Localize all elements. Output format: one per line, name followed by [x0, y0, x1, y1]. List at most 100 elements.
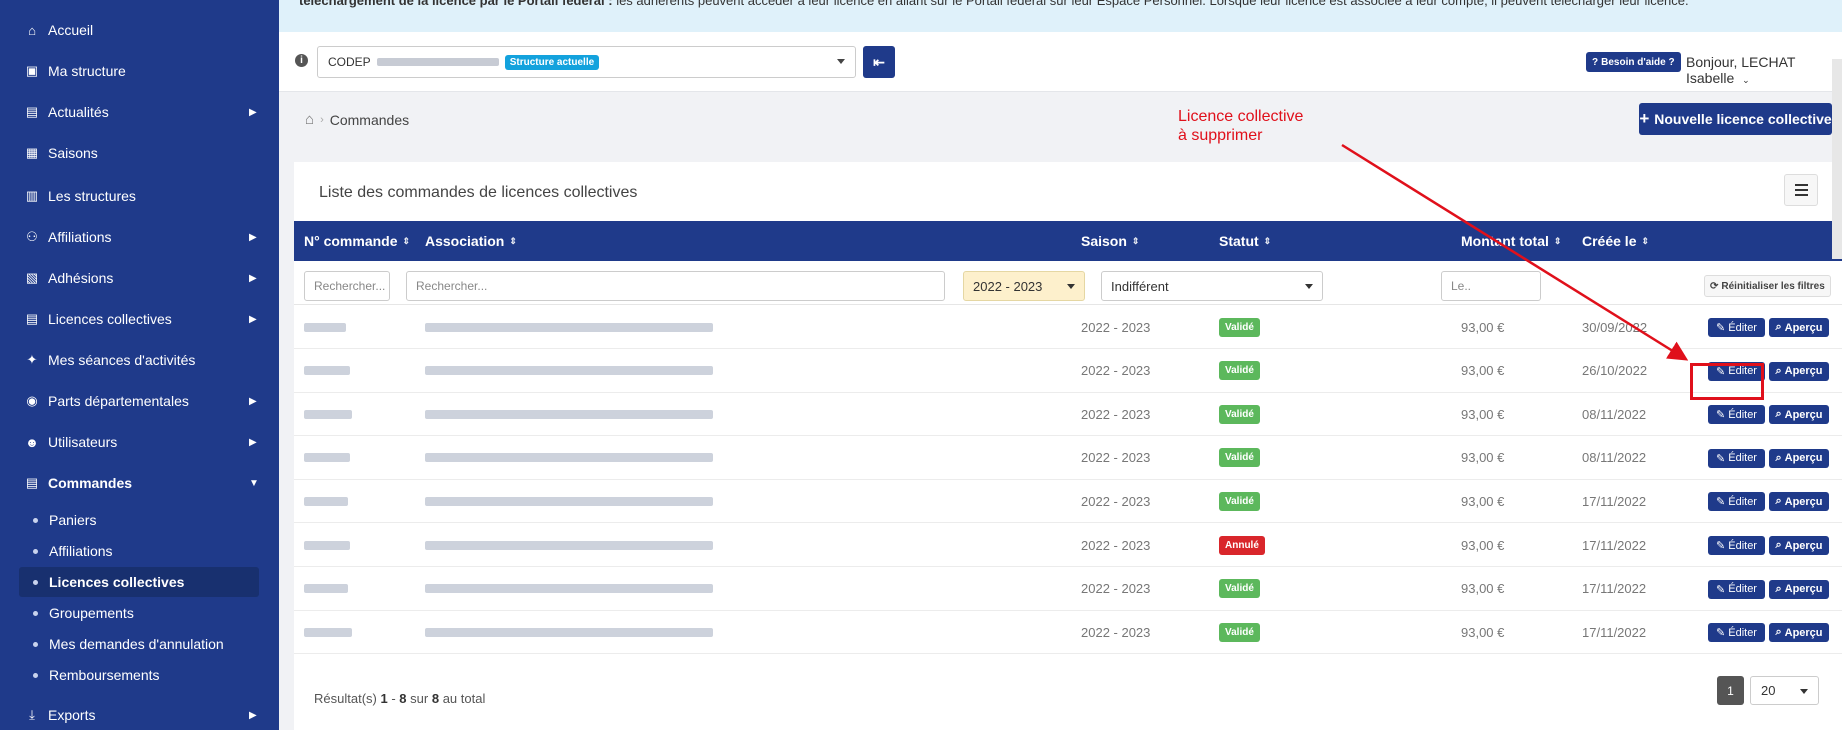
edit-button[interactable]: ✎ Éditer [1708, 318, 1765, 337]
status-filter-select[interactable]: Indifférent [1101, 271, 1323, 301]
column-header-0[interactable]: N° commande ⇕ [304, 221, 410, 261]
sidebar-subitem-4[interactable]: Mes demandes d'annulation [19, 629, 259, 659]
sidebar-item-10[interactable]: ☻ Utilisateurs ▶ [0, 427, 279, 457]
chevron-down-icon: ⌄ [1742, 75, 1750, 85]
preview-button[interactable]: ⌕ Aperçu [1769, 536, 1829, 555]
sidebar-item-2[interactable]: ▤ Actualités ▶ [0, 97, 279, 127]
status-cell: Validé [1219, 479, 1260, 523]
page-1-button[interactable]: 1 [1717, 676, 1744, 705]
edit-button[interactable]: ✎ Éditer [1708, 405, 1765, 425]
search-icon: ⌕ [1775, 364, 1782, 377]
sidebar-item-0[interactable]: ⌂ Accueil [0, 15, 279, 45]
sidebar-subitem-3[interactable]: Groupements [19, 598, 259, 628]
status-badge: Validé [1219, 404, 1260, 424]
result-sur: sur [410, 691, 429, 706]
blurred-association-name [425, 540, 713, 550]
building-icon: ▥ [25, 188, 39, 203]
order-number-cell [304, 479, 348, 523]
structure-select[interactable]: CODEP Structure actuelle [317, 46, 856, 78]
season-cell: 2022 - 2023 [1081, 392, 1150, 436]
column-header-2[interactable]: Saison ⇕ [1081, 221, 1139, 261]
bullet-icon [33, 642, 38, 647]
page-size-select[interactable]: 20 [1750, 676, 1819, 705]
created-cell: 17/11/2022 [1582, 567, 1646, 611]
preview-button[interactable]: ⌕ Aperçu [1769, 579, 1829, 599]
coins-icon: ◉ [26, 393, 38, 408]
edit-label: Éditer [1728, 583, 1757, 596]
sidebar-item-11[interactable]: ▤ Commandes ▼ [0, 468, 279, 498]
preview-label: Aperçu [1784, 321, 1823, 334]
association-search-input[interactable]: Rechercher... [406, 271, 945, 301]
created-date: 26/10/2022 [1582, 363, 1648, 379]
sidebar-subitem-0[interactable]: Paniers [19, 505, 259, 535]
amount-value: 93,00 € [1461, 537, 1505, 553]
column-header-5[interactable]: Créée le ⇕ [1582, 221, 1649, 261]
sidebar-item-5[interactable]: ⚇ Affiliations ▶ [0, 222, 279, 252]
sidebar-item-label: Saisons [48, 145, 98, 161]
association-cell [425, 436, 713, 480]
greeting-prefix: Bonjour, [1686, 54, 1738, 70]
table-header: N° commande ⇕ Association ⇕ Saison ⇕ Statut ⇕ Mo… [294, 221, 1842, 261]
order-search-placeholder: Rechercher... [314, 279, 386, 293]
preview-button[interactable]: ⌕ Aperçu [1769, 623, 1829, 643]
scrollbar[interactable] [1832, 59, 1842, 259]
info-icon[interactable]: i [295, 54, 308, 67]
edit-button[interactable]: ✎ Éditer [1708, 536, 1765, 555]
date-filter-input[interactable]: Le.. [1441, 271, 1541, 301]
preview-button[interactable]: ⌕ Aperçu [1769, 448, 1829, 468]
sidebar-item-7[interactable]: ▤ Licences collectives ▶ [0, 304, 279, 334]
sidebar-item-label: Utilisateurs [48, 434, 118, 450]
status-badge: Annulé [1219, 535, 1265, 555]
new-collective-licence-button[interactable]: + Nouvelle licence collective [1639, 103, 1832, 135]
banner-text: les adhérents peuvent accéder à leur lic… [612, 0, 1689, 8]
sidebar-item-12[interactable]: ⤓ Exports ▶ [0, 700, 279, 730]
season-cell: 2022 - 2023 [1081, 610, 1150, 654]
edit-label: Éditer [1728, 408, 1757, 421]
blurred-association-name [425, 584, 713, 594]
preview-button[interactable]: ⌕ Aperçu [1769, 405, 1829, 425]
preview-button[interactable]: ⌕ Aperçu [1769, 492, 1829, 512]
sidebar-item-8[interactable]: ✦ Mes séances d'activités [0, 345, 279, 375]
pencil-icon: ✎ [1716, 452, 1726, 465]
refresh-icon: ⟳ [1710, 280, 1719, 292]
sidebar-subitem-5[interactable]: Remboursements [19, 660, 259, 690]
edit-button[interactable]: ✎ Éditer [1708, 448, 1765, 468]
sidebar-item-3[interactable]: ▦ Saisons [0, 138, 279, 168]
status-cell: Validé [1219, 436, 1260, 480]
column-header-1[interactable]: Association ⇕ [425, 221, 517, 261]
reset-filters-button[interactable]: ⟳ Réinitialiser les filtres [1704, 275, 1831, 297]
column-header-4[interactable]: Montant total ⇕ [1461, 221, 1561, 261]
sidebar-item-6[interactable]: ▧ Adhésions ▶ [0, 263, 279, 293]
edit-button[interactable]: ✎ Éditer [1708, 579, 1765, 599]
created-cell: 17/11/2022 [1582, 610, 1646, 654]
sidebar-item-1[interactable]: ▣ Ma structure [0, 56, 279, 86]
edit-button[interactable]: ✎ Éditer [1708, 623, 1765, 643]
order-number-cell [304, 349, 350, 393]
sidebar-item-label: Exports [48, 707, 96, 723]
edit-label: Éditer [1728, 452, 1757, 465]
order-search-input[interactable]: Rechercher... [304, 271, 390, 301]
help-button[interactable]: ? Besoin d'aide ? [1586, 52, 1681, 72]
status-badge: Validé [1219, 317, 1260, 337]
column-settings-button[interactable] [1784, 174, 1818, 206]
reset-filters-label: Réinitialiser les filtres [1721, 280, 1825, 292]
sidebar-item-9[interactable]: ◉ Parts départementales ▶ [0, 386, 279, 416]
preview-button[interactable]: ⌕ Aperçu [1769, 361, 1829, 381]
annotation-line-1: Licence collective [1178, 108, 1304, 125]
season-filter-select[interactable]: 2022 - 2023 [963, 271, 1085, 301]
pencil-icon: ✎ [1716, 496, 1726, 509]
user-menu[interactable]: Bonjour, LECHAT Isabelle ⌄ [1686, 54, 1842, 86]
sidebar-subitem-2[interactable]: Licences collectives [19, 567, 259, 597]
created-cell: 26/10/2022 [1582, 349, 1647, 393]
switch-structure-button[interactable]: ⇤ [863, 46, 895, 78]
sidebar-subitem-1[interactable]: Affiliations [19, 536, 259, 566]
home-icon[interactable]: ⌂ [305, 111, 314, 128]
edit-label: Éditer [1728, 626, 1757, 639]
status-cell: Validé [1219, 610, 1260, 654]
preview-button[interactable]: ⌕ Aperçu [1769, 318, 1829, 337]
preview-label: Aperçu [1784, 452, 1823, 465]
sidebar-item-4[interactable]: ▥ Les structures [0, 181, 279, 211]
sidebar-item-label: Parts départementales [48, 393, 189, 409]
column-header-3[interactable]: Statut ⇕ [1219, 221, 1271, 261]
edit-button[interactable]: ✎ Éditer [1708, 492, 1765, 512]
